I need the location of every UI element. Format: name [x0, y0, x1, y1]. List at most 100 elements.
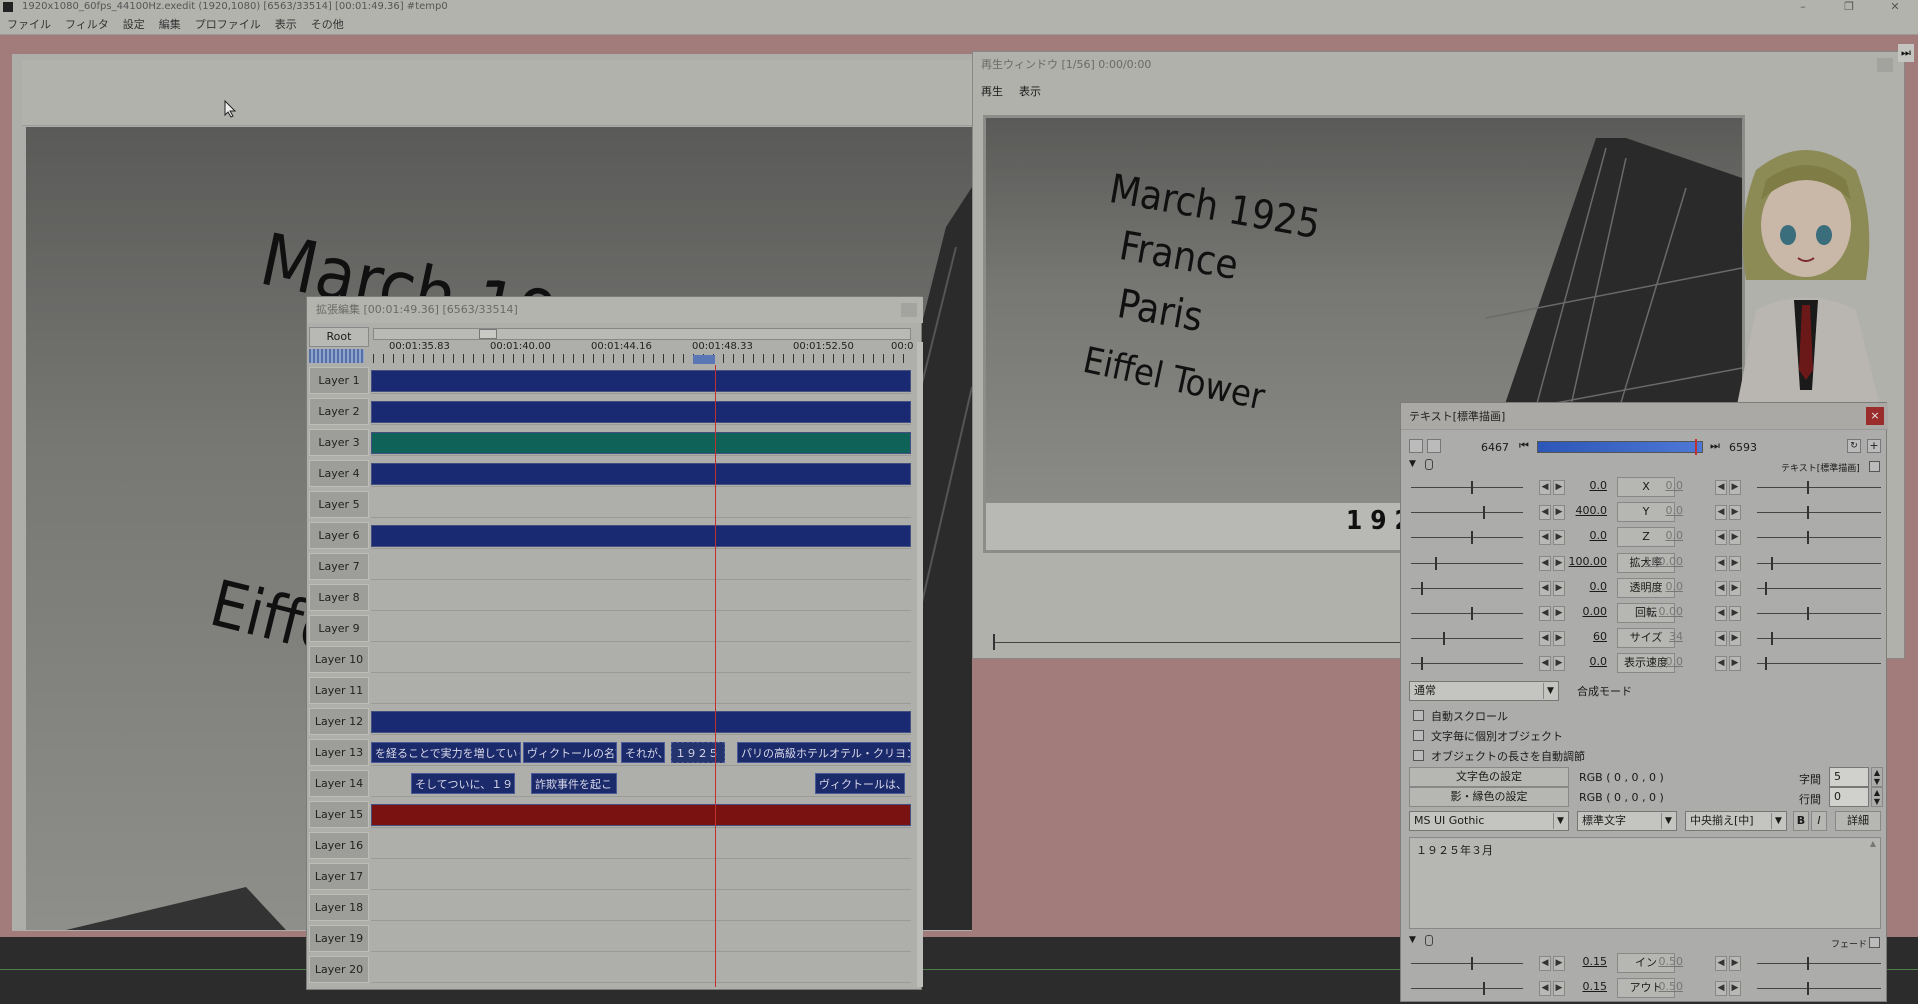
- left-slider-knob[interactable]: [1483, 506, 1485, 520]
- menu-edit[interactable]: 編集: [152, 15, 188, 35]
- preview-scroll-button[interactable]: [1877, 58, 1893, 72]
- layer-track[interactable]: [371, 460, 911, 487]
- layer-label[interactable]: Layer 16: [309, 832, 369, 859]
- layer-label[interactable]: Layer 5: [309, 491, 369, 518]
- right-slider-track[interactable]: [1757, 963, 1881, 964]
- ruler-current-marker[interactable]: [693, 355, 715, 364]
- layer-track[interactable]: [371, 367, 911, 394]
- param-start-value[interactable]: 0.0: [1567, 529, 1608, 542]
- fade-lock-icon[interactable]: [1425, 935, 1433, 946]
- left-slider-knob[interactable]: [1421, 581, 1423, 595]
- timeline-object-bar[interactable]: [371, 401, 911, 423]
- increment-arrow-icon[interactable]: ▶: [1553, 606, 1565, 621]
- preview-seek-knob[interactable]: [993, 634, 995, 650]
- layer-label[interactable]: Layer 15: [309, 801, 369, 828]
- left-slider-knob[interactable]: [1443, 632, 1445, 646]
- layer-label[interactable]: Layer 20: [309, 956, 369, 983]
- timeline-ruler[interactable]: [373, 354, 911, 363]
- right-slider-track[interactable]: [1757, 537, 1881, 539]
- skip-end-icon[interactable]: ⏭: [1898, 44, 1914, 62]
- right-slider-knob[interactable]: [1765, 581, 1767, 595]
- auto-scroll-checkbox[interactable]: [1413, 710, 1424, 721]
- left-slider-knob[interactable]: [1421, 657, 1423, 671]
- timeline-object-bar[interactable]: [371, 711, 911, 733]
- timeline-object-bar[interactable]: [371, 804, 911, 826]
- decrement-arrow-icon[interactable]: ◀: [1715, 480, 1727, 495]
- italic-button[interactable]: I: [1811, 811, 1827, 831]
- char-spacing-input[interactable]: 5: [1829, 767, 1869, 787]
- layer-track[interactable]: [371, 553, 911, 580]
- right-slider-knob[interactable]: [1807, 506, 1809, 520]
- decrement-arrow-icon[interactable]: ◀: [1715, 656, 1727, 672]
- param-start-value[interactable]: 60: [1567, 630, 1607, 643]
- decrement-arrow-icon[interactable]: ◀: [1715, 505, 1727, 521]
- left-slider-knob[interactable]: [1471, 957, 1473, 970]
- increment-arrow-icon[interactable]: ▶: [1729, 956, 1741, 971]
- menu-filter[interactable]: フィルタ: [58, 15, 116, 35]
- timeline-object-bar[interactable]: [371, 525, 911, 547]
- text-clip[interactable]: ヴィクトールの名前: [523, 742, 617, 763]
- left-slider-track[interactable]: [1411, 963, 1523, 964]
- param-end-value[interactable]: 0.50: [1643, 955, 1684, 968]
- param-end-value[interactable]: 0.0: [1643, 529, 1684, 542]
- layer-label[interactable]: Layer 9: [309, 615, 369, 642]
- text-clip[interactable]: ヴィクトールは、と: [815, 773, 905, 794]
- increment-arrow-icon[interactable]: ▶: [1729, 555, 1741, 571]
- layer-track[interactable]: [371, 584, 911, 611]
- left-slider-knob[interactable]: [1483, 982, 1485, 995]
- right-slider-knob[interactable]: [1771, 632, 1773, 646]
- layer-label[interactable]: Layer 13: [309, 739, 369, 766]
- param-end-value[interactable]: 0.0: [1643, 580, 1684, 593]
- menu-view[interactable]: 表示: [268, 15, 304, 35]
- param-end-value[interactable]: 0.0: [1643, 655, 1684, 668]
- layer-track[interactable]: [371, 429, 911, 456]
- text-clip[interactable]: そしてついに、１９２: [411, 773, 515, 794]
- increment-arrow-icon[interactable]: ▶: [1553, 580, 1565, 596]
- layer-track[interactable]: [371, 615, 911, 642]
- decrement-arrow-icon[interactable]: ◀: [1539, 956, 1551, 971]
- layer-label[interactable]: Layer 4: [309, 460, 369, 487]
- param-end-value[interactable]: 0.00: [1643, 605, 1684, 618]
- layer-label[interactable]: Layer 19: [309, 925, 369, 952]
- font-select[interactable]: MS UI Gothic ▼: [1409, 811, 1569, 831]
- increment-arrow-icon[interactable]: ▶: [1729, 530, 1741, 546]
- increment-arrow-icon[interactable]: ▶: [1553, 956, 1565, 971]
- root-button[interactable]: Root: [309, 327, 369, 347]
- param-start-value[interactable]: 400.0: [1567, 504, 1608, 517]
- decrement-arrow-icon[interactable]: ◀: [1539, 606, 1551, 621]
- layer-label[interactable]: Layer 12: [309, 708, 369, 735]
- rewind-icon[interactable]: ⏮: [1516, 438, 1532, 454]
- left-slider-knob[interactable]: [1435, 556, 1437, 570]
- increment-arrow-icon[interactable]: ▶: [1553, 530, 1565, 546]
- text-style-select[interactable]: 標準文字 ▼: [1577, 811, 1677, 831]
- layer-track[interactable]: [371, 646, 911, 673]
- layer-track[interactable]: [371, 522, 911, 549]
- layer-track[interactable]: [371, 925, 911, 952]
- text-clip[interactable]: を経ることで実力を増していく: [371, 742, 521, 763]
- layer-track[interactable]: [371, 491, 911, 518]
- right-slider-track[interactable]: [1757, 638, 1881, 640]
- timeline-header-button[interactable]: [901, 303, 917, 317]
- layer-track[interactable]: [371, 956, 911, 983]
- char-spacing-spinner[interactable]: ▲ ▼: [1871, 767, 1883, 787]
- film-icon[interactable]: [1409, 439, 1423, 453]
- left-slider-track[interactable]: [1411, 587, 1523, 589]
- decrement-arrow-icon[interactable]: ◀: [1539, 530, 1551, 546]
- right-slider-knob[interactable]: [1807, 982, 1809, 995]
- text-content-area[interactable]: １９２５年３月: [1409, 837, 1881, 929]
- param-start-value[interactable]: 0.0: [1567, 655, 1608, 668]
- preview-menu-play[interactable]: 再生: [981, 83, 1003, 99]
- fade-collapse-triangle-icon[interactable]: ▼: [1409, 935, 1416, 945]
- param-start-value[interactable]: 0.0: [1567, 580, 1608, 593]
- layer-label[interactable]: Layer 17: [309, 863, 369, 890]
- decrement-arrow-icon[interactable]: ◀: [1539, 656, 1551, 672]
- layer-label[interactable]: Layer 11: [309, 677, 369, 704]
- left-slider-track[interactable]: [1411, 512, 1523, 514]
- layer-label[interactable]: Layer 2: [309, 398, 369, 425]
- layer-label[interactable]: Layer 14: [309, 770, 369, 797]
- blend-mode-select[interactable]: 通常 ▼: [1409, 681, 1559, 701]
- minimize-button[interactable]: –: [1788, 0, 1818, 14]
- increment-arrow-icon[interactable]: ▶: [1553, 555, 1565, 571]
- menu-file[interactable]: ファイル: [0, 15, 58, 35]
- left-slider-track[interactable]: [1411, 613, 1523, 614]
